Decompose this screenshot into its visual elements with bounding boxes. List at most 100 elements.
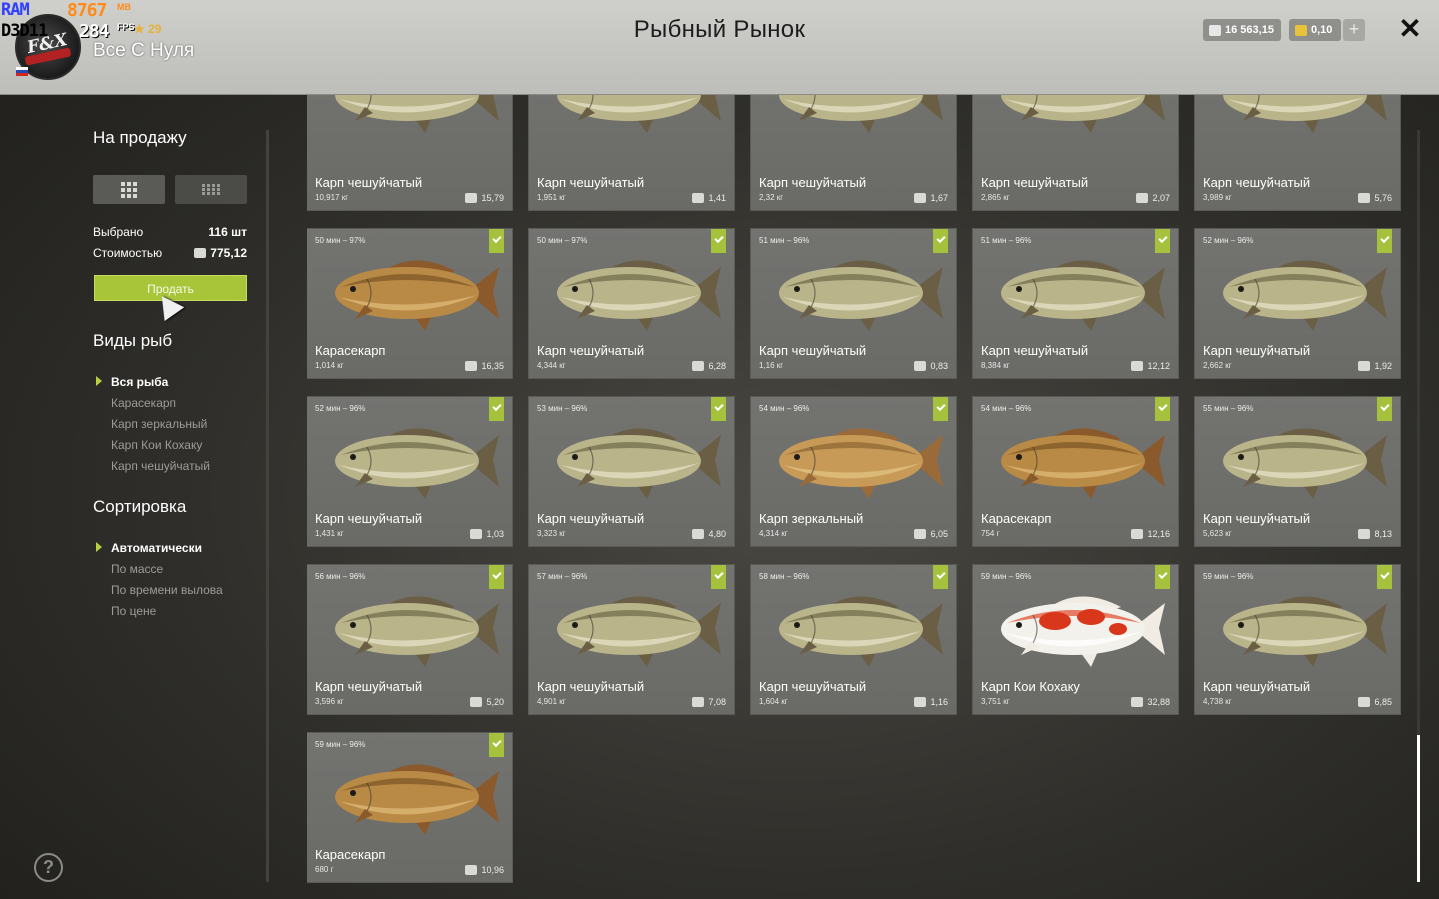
fish-name: Карасекарп [981,511,1052,526]
selected-checkmark-icon[interactable] [489,229,504,253]
fish-card[interactable]: 59 мин – 96% Карасекарп 680 г 10,96 [307,733,512,882]
fish-card[interactable]: Карп чешуйчатый 1,951 кг 1,41 [529,95,734,210]
coin-icon [692,697,705,707]
catch-time: 54 мин – 96% [981,404,1032,413]
selected-checkmark-icon[interactable] [711,565,726,589]
fish-card[interactable]: 52 мин – 96% Карп чешуйчатый 2,662 кг 1,92 [1195,229,1400,378]
help-button[interactable]: ? [34,853,63,882]
large-grid-view-button[interactable] [93,175,165,204]
fish-card[interactable]: 54 мин – 96% Карп зеркальный 4,314 кг 6,05 [751,397,956,546]
fish-name: Карп чешуйчатый [537,679,645,694]
fish-card[interactable]: 59 мин – 96% Карп Кои Кохаку 3,751 кг 32,88 [973,565,1178,714]
fish-price: 1,92 [1358,361,1392,371]
fish-card[interactable]: 55 мин – 96% Карп чешуйчатый 5,623 кг 8,13 [1195,397,1400,546]
fish-name: Карасекарп [315,343,386,358]
species-filter-all[interactable]: Вся рыба [111,375,168,389]
gold-coin-icon [1295,24,1307,36]
fish-price-value: 1,67 [930,193,948,203]
fish-weight: 680 г [315,865,334,874]
fish-price: 6,85 [1358,697,1392,707]
fish-weight: 3,596 кг [315,697,344,706]
fish-card[interactable]: 53 мин – 96% Карп чешуйчатый 3,323 кг 4,80 [529,397,734,546]
small-grid-view-button[interactable] [175,175,247,204]
selected-label: Выбрано [93,225,144,239]
fish-card[interactable]: Карп чешуйчатый 3,989 кг 5,76 [1195,95,1400,210]
selected-checkmark-icon[interactable] [489,397,504,421]
close-button[interactable]: ✕ [1396,14,1424,44]
coin-icon [1136,193,1149,203]
fish-card[interactable]: Карп чешуйчатый 2,865 кг 2,07 [973,95,1178,210]
fish-image [1001,428,1165,499]
ram-overlay-value: 8767 [67,0,107,21]
selected-checkmark-icon[interactable] [1377,565,1392,589]
fish-name: Карп чешуйчатый [1203,343,1311,358]
fish-price: 15,79 [465,193,504,203]
selected-checkmark-icon[interactable] [1155,397,1170,421]
fish-card[interactable]: 56 мин – 96% Карп чешуйчатый 3,596 кг 5,20 [307,565,512,714]
selected-checkmark-icon[interactable] [711,397,726,421]
catch-time: 56 мин – 96% [315,572,366,581]
fish-card[interactable]: Карп чешуйчатый 2,32 кг 1,67 [751,95,956,210]
api-overlay-label: D3D11 [1,21,48,41]
fish-price: 16,35 [465,361,504,371]
fish-price-value: 2,07 [1152,193,1170,203]
coin-icon [914,193,927,203]
sort-heading: Сортировка [93,497,187,516]
for-sale-heading: На продажу [93,128,187,147]
selected-checkmark-icon[interactable] [489,733,504,757]
fish-card[interactable]: 51 мин – 96% Карп чешуйчатый 1,16 кг 0,83 [751,229,956,378]
selected-checkmark-icon[interactable] [1155,229,1170,253]
fish-card[interactable]: 50 мин – 97% Карасекарп 1,014 кг 16,35 [307,229,512,378]
species-filter-koi[interactable]: Карп Кои Кохаку [111,438,202,452]
fish-card[interactable]: 50 мин – 97% Карп чешуйчатый 4,344 кг 6,28 [529,229,734,378]
fish-image [335,596,499,667]
species-heading: Виды рыб [93,331,173,350]
fish-card[interactable]: 57 мин – 96% Карп чешуйчатый 4,901 кг 7,08 [529,565,734,714]
selected-checkmark-icon[interactable] [1377,397,1392,421]
coin-icon [1131,529,1144,539]
fish-image [1223,260,1387,331]
fish-name: Карп чешуйчатый [1203,175,1311,190]
fish-weight: 2,865 кг [981,193,1010,202]
fish-price-value: 5,76 [1374,193,1392,203]
species-filter-crucian-carp[interactable]: Карасекарп [111,396,176,410]
fish-name: Карп чешуйчатый [759,679,867,694]
catch-time: 54 мин – 96% [759,404,810,413]
fish-card[interactable]: 52 мин – 96% Карп чешуйчатый 1,431 кг 1,03 [307,397,512,546]
sort-by-price[interactable]: По цене [111,604,156,618]
fish-weight: 2,662 кг [1203,361,1232,370]
sort-by-weight[interactable]: По массе [111,562,163,576]
fish-name: Карп чешуйчатый [981,343,1089,358]
fps-overlay-label: FPS [117,22,135,32]
gold-balance: 0,10 [1289,19,1341,41]
selected-checkmark-icon[interactable] [933,565,948,589]
fish-image [335,428,499,499]
coin-icon [1358,697,1371,707]
scrollbar-thumb[interactable] [1417,735,1420,882]
fish-card[interactable]: 59 мин – 96% Карп чешуйчатый 4,738 кг 6,85 [1195,565,1400,714]
coin-icon [692,361,705,371]
fish-image [557,596,721,667]
catch-time: 51 мин – 96% [759,236,810,245]
player-level: ★ 29 [134,22,162,36]
selected-checkmark-icon[interactable] [489,565,504,589]
fish-image [1223,596,1387,667]
selected-checkmark-icon[interactable] [1155,565,1170,589]
fish-card[interactable]: 54 мин – 96% Карасекарп 754 г 12,16 [973,397,1178,546]
coin-icon [1358,529,1371,539]
sort-auto[interactable]: Автоматически [111,541,202,555]
fish-price-value: 12,12 [1147,361,1170,371]
sort-by-catch-time[interactable]: По времени вылова [111,583,223,597]
fish-price-value: 0,83 [930,361,948,371]
selected-checkmark-icon[interactable] [1377,229,1392,253]
selected-checkmark-icon[interactable] [933,229,948,253]
species-filter-common-carp[interactable]: Карп чешуйчатый [111,459,210,473]
fish-card[interactable]: 58 мин – 96% Карп чешуйчатый 1,604 кг 1,16 [751,565,956,714]
selected-checkmark-icon[interactable] [711,229,726,253]
active-species-arrow-icon [96,376,102,386]
fish-card[interactable]: 51 мин – 96% Карп чешуйчатый 8,384 кг 12,12 [973,229,1178,378]
fish-card[interactable]: Карп чешуйчатый 10,917 кг 15,79 [307,95,512,210]
add-gold-button[interactable]: + [1343,19,1365,41]
species-filter-mirror-carp[interactable]: Карп зеркальный [111,417,207,431]
selected-checkmark-icon[interactable] [933,397,948,421]
